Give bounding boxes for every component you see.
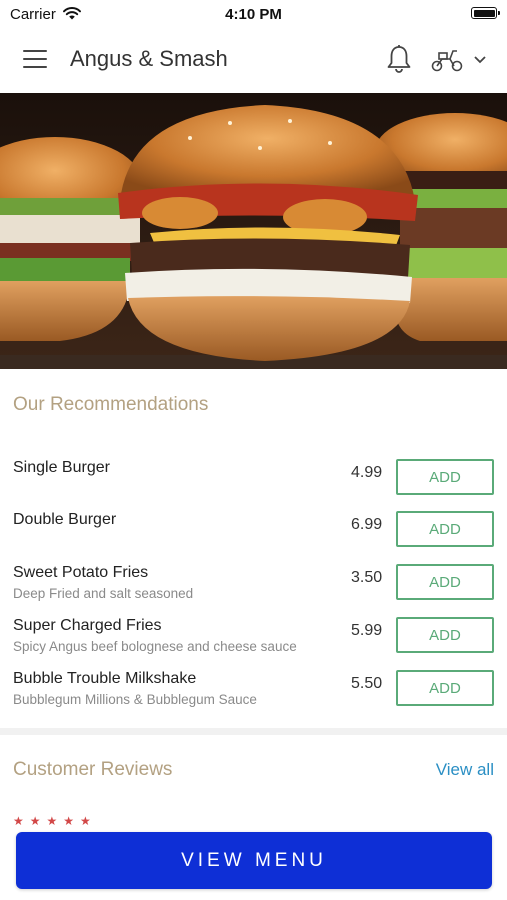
app-header: Angus & Smash xyxy=(0,28,507,93)
add-button[interactable]: ADD xyxy=(396,617,494,653)
add-button[interactable]: ADD xyxy=(396,459,494,495)
item-price: 5.99 xyxy=(351,622,383,639)
restaurant-title: Angus & Smash xyxy=(70,46,228,71)
menu-item: Super Charged Fries Spicy Angus beef bol… xyxy=(13,617,495,661)
item-name: Bubble Trouble Milkshake xyxy=(13,670,197,687)
view-all-link[interactable]: View all xyxy=(436,760,494,780)
item-price: 4.99 xyxy=(351,464,383,481)
item-name: Single Burger xyxy=(13,459,110,476)
scooter-icon[interactable] xyxy=(430,47,464,73)
item-description: Deep Fried and salt seasoned xyxy=(13,586,194,601)
menu-item: Double Burger 6.99 ADD xyxy=(13,511,495,555)
item-price: 3.50 xyxy=(351,569,383,586)
menu-item: Sweet Potato Fries Deep Fried and salt s… xyxy=(13,564,495,608)
clock: 4:10 PM xyxy=(225,6,282,23)
item-description: Spicy Angus beef bolognese and cheese sa… xyxy=(13,639,297,654)
recommendations-heading: Our Recommendations xyxy=(13,394,209,415)
add-button[interactable]: ADD xyxy=(396,564,494,600)
item-name: Super Charged Fries xyxy=(13,617,162,634)
add-button[interactable]: ADD xyxy=(396,511,494,547)
battery-icon xyxy=(471,7,500,19)
chevron-down-icon[interactable] xyxy=(472,54,488,66)
menu-item: Bubble Trouble Milkshake Bubblegum Milli… xyxy=(13,670,495,714)
item-description: Bubblegum Millions & Bubblegum Sauce xyxy=(13,692,257,707)
item-price: 6.99 xyxy=(351,516,383,533)
item-price: 5.50 xyxy=(351,675,383,692)
rating-stars: ★★★★★ xyxy=(13,814,97,828)
item-name: Double Burger xyxy=(13,511,117,528)
reviews-heading: Customer Reviews xyxy=(13,759,173,780)
status-bar: Carrier 4:10 PM xyxy=(0,0,507,28)
item-name: Sweet Potato Fries xyxy=(13,564,149,581)
bell-icon[interactable] xyxy=(385,44,413,74)
view-menu-button[interactable]: VIEW MENU xyxy=(16,832,492,889)
section-divider xyxy=(0,728,507,735)
hero-burger-image xyxy=(0,93,507,369)
menu-item: Single Burger 4.99 ADD xyxy=(13,459,495,503)
menu-icon[interactable] xyxy=(23,50,47,70)
add-button[interactable]: ADD xyxy=(396,670,494,706)
